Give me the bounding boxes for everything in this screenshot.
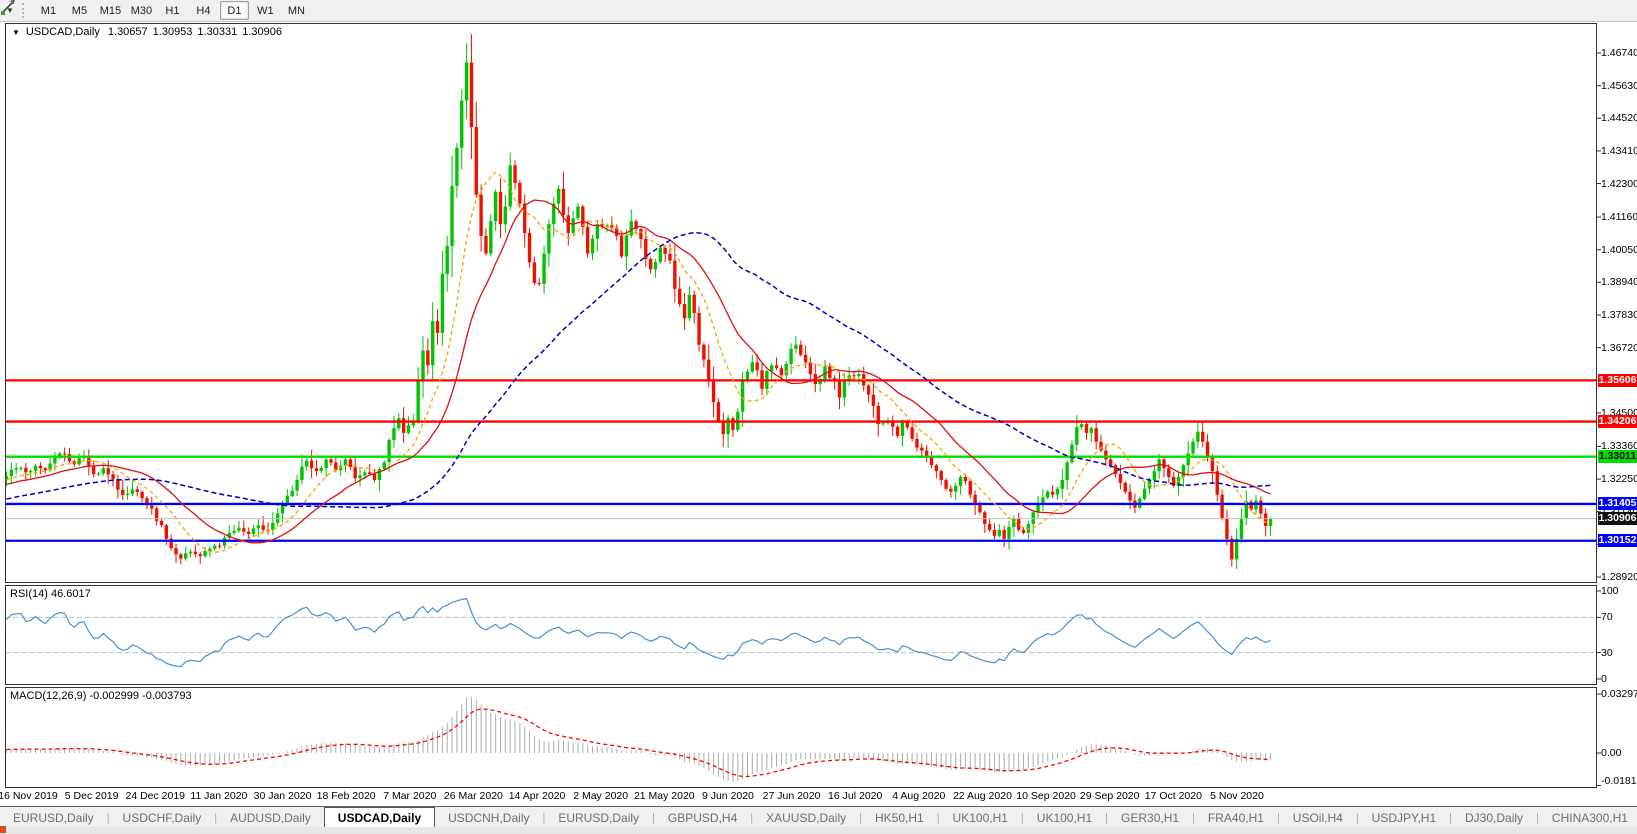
- low-value: 1.30331: [197, 26, 237, 38]
- date-tick-label: 22 Aug 2020: [953, 790, 1012, 802]
- alert-indicator: [0, 826, 6, 833]
- date-tick-label: 16 Nov 2019: [0, 790, 58, 802]
- chart-canvas[interactable]: [0, 0, 1637, 834]
- price-tick-label: 1.28920: [1601, 571, 1637, 583]
- rsi-tick-label: 70: [1601, 611, 1637, 623]
- bottom-strip: [0, 827, 1637, 834]
- price-tick-label: 1.38940: [1601, 276, 1637, 288]
- chart-tab-eurusd-daily[interactable]: EURUSD,Daily: [545, 807, 652, 828]
- chart-ohlc-header: ▼ USDCAD,Daily 1.30657 1.30953 1.30331 1.3090…: [12, 26, 287, 38]
- chart-tab-uk100-h1[interactable]: UK100,H1: [940, 807, 1021, 828]
- chart-tab-fra40-h1[interactable]: FRA40,H1: [1195, 807, 1277, 828]
- rsi-tick-label: 0: [1601, 673, 1637, 685]
- chart-tab-dj30-daily[interactable]: DJ30,Daily: [1452, 807, 1536, 828]
- close-value: 1.30906: [242, 26, 282, 38]
- date-tick-label: 2 May 2020: [573, 790, 628, 802]
- macd-tick-label: 0.032972: [1601, 688, 1637, 700]
- chart-tab-china300-h1[interactable]: CHINA300,H1: [1539, 807, 1637, 828]
- date-tick-label: 5 Dec 2019: [65, 790, 119, 802]
- price-tick-label: 1.45630: [1601, 80, 1637, 92]
- chart-tab-ger30-h1[interactable]: GER30,H1: [1108, 807, 1192, 828]
- chart-tab-usdcad-daily[interactable]: USDCAD,Daily: [324, 807, 435, 828]
- symbol-period-label: USDCAD,Daily: [26, 26, 100, 38]
- price-tick-label: 1.37830: [1601, 309, 1637, 321]
- date-tick-label: 24 Dec 2019: [125, 790, 185, 802]
- rsi-tick-label: 30: [1601, 647, 1637, 659]
- open-value: 1.30657: [108, 26, 148, 38]
- collapse-chart-icon[interactable]: ▼: [12, 28, 20, 37]
- chart-tab-usdcnh-daily[interactable]: USDCNH,Daily: [435, 807, 542, 828]
- date-tick-label: 29 Sep 2020: [1080, 790, 1140, 802]
- chart-tab-usdjpy-h1[interactable]: USDJPY,H1: [1359, 807, 1449, 828]
- price-tick-label: 1.32250: [1601, 473, 1637, 485]
- date-tick-label: 11 Jan 2020: [190, 790, 247, 802]
- chart-tab-gbpusd-h4[interactable]: GBPUSD,H4: [655, 807, 750, 828]
- price-tick-label: 1.42300: [1601, 178, 1637, 190]
- price-tick-label: 1.43410: [1601, 145, 1637, 157]
- chart-tab-xauusd-daily[interactable]: XAUUSD,Daily: [753, 807, 859, 828]
- price-tick-label: 1.44520: [1601, 112, 1637, 124]
- price-tick-label: 1.40050: [1601, 244, 1637, 256]
- chart-tab-bar: EURUSD,Daily|USDCHF,Daily|AUDUSD,DailyUS…: [0, 806, 1637, 828]
- price-level-badge: 1.31405: [1598, 497, 1637, 510]
- chart-tab-uk100-h1[interactable]: UK100,H1: [1024, 807, 1105, 828]
- date-tick-label: 21 May 2020: [634, 790, 695, 802]
- price-level-badge: 1.30152: [1598, 534, 1637, 547]
- price-tick-label: 1.36720: [1601, 342, 1637, 354]
- chart-tab-usdchf-daily[interactable]: USDCHF,Daily: [110, 807, 215, 828]
- date-tick-label: 17 Oct 2020: [1145, 790, 1202, 802]
- high-value: 1.30953: [153, 26, 193, 38]
- date-tick-label: 5 Nov 2020: [1210, 790, 1264, 802]
- date-tick-label: 4 Aug 2020: [892, 790, 945, 802]
- date-tick-label: 16 Jul 2020: [828, 790, 882, 802]
- date-tick-label: 7 Mar 2020: [383, 790, 436, 802]
- date-tick-label: 26 Mar 2020: [444, 790, 503, 802]
- date-tick-label: 27 Jun 2020: [763, 790, 821, 802]
- chart-tab-usoil-h4[interactable]: USOil,H4: [1280, 807, 1356, 828]
- chart-tab-audusd-daily[interactable]: AUDUSD,Daily: [217, 807, 324, 828]
- price-level-badge: 1.33011: [1598, 450, 1637, 463]
- chart-tab-hk50-h1[interactable]: HK50,H1: [862, 807, 937, 828]
- date-tick-label: 9 Jun 2020: [702, 790, 754, 802]
- terminal-window: ▼ M1M5M15M30H1H4D1W1MN ▼USDCAD,Daily1.30…: [0, 0, 1637, 834]
- macd-tick-label: -0.01815: [1601, 775, 1637, 787]
- current-price-badge: 1.30906: [1598, 512, 1637, 525]
- macd-label: MACD(12,26,9) -0.002999 -0.003793: [10, 690, 192, 702]
- date-tick-label: 10 Sep 2020: [1016, 790, 1076, 802]
- date-tick-label: 18 Feb 2020: [317, 790, 376, 802]
- rsi-tick-label: 100: [1601, 585, 1637, 597]
- price-tick-label: 1.41160: [1601, 211, 1637, 223]
- price-level-badge: 1.35606: [1598, 374, 1637, 387]
- chart-tab-eurusd-daily[interactable]: EURUSD,Daily: [0, 807, 107, 828]
- macd-tick-label: 0.00: [1601, 747, 1637, 759]
- price-tick-label: 1.46740: [1601, 47, 1637, 59]
- price-level-badge: 1.34206: [1598, 415, 1637, 428]
- date-tick-label: 30 Jan 2020: [254, 790, 312, 802]
- rsi-label: RSI(14) 46.6017: [10, 588, 91, 600]
- date-tick-label: 14 Apr 2020: [509, 790, 566, 802]
